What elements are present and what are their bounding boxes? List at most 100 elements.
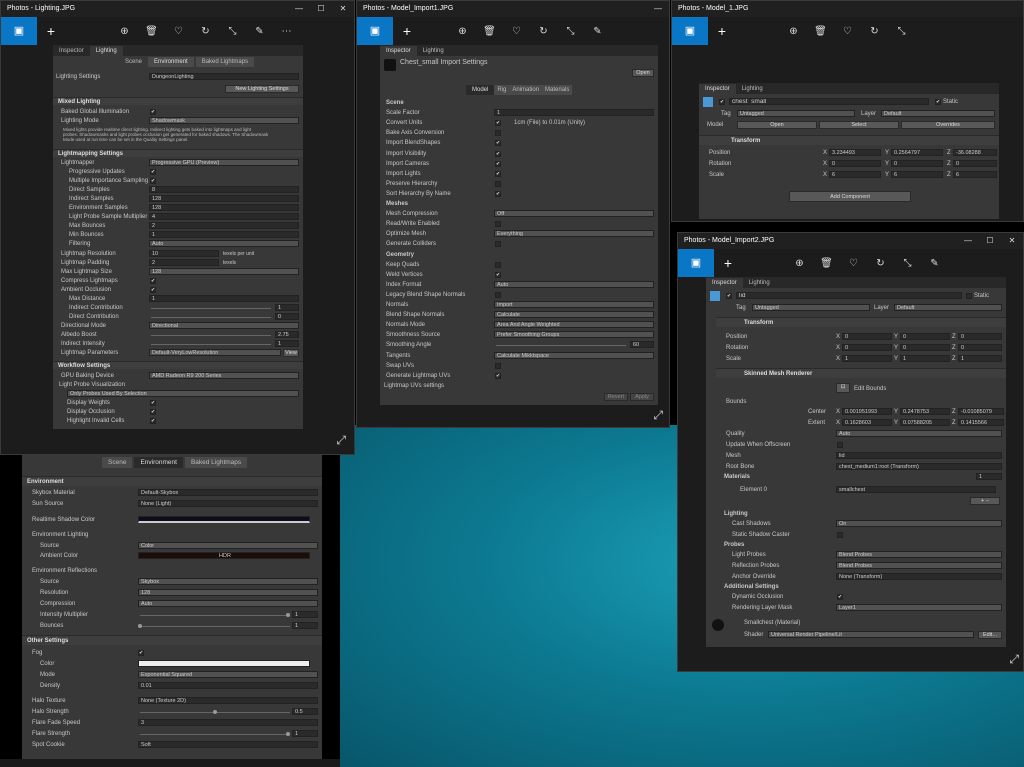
photo-icon[interactable]: ▣	[357, 17, 393, 45]
transform-header[interactable]: Transform	[699, 135, 999, 145]
skybox-field[interactable]: Default-Skybox	[138, 489, 318, 496]
import-row-value[interactable]: Calculate	[494, 311, 654, 319]
transform-header[interactable]: Transform	[716, 317, 1006, 327]
add-icon[interactable]: +	[393, 23, 421, 39]
object-name-field[interactable]: chest_small	[729, 98, 929, 105]
static-checkbox[interactable]: ✔	[935, 99, 941, 105]
lightmap-row-value[interactable]: ✔	[150, 169, 156, 175]
position-y[interactable]: 0.2564797	[891, 149, 943, 156]
lightmap-row-value[interactable]: ✔	[150, 278, 156, 284]
expand-icon[interactable]: ⤢	[1009, 652, 1019, 667]
rotation-z[interactable]: 0	[953, 160, 997, 167]
position-z[interactable]: 0	[958, 333, 1002, 340]
import-row-value[interactable]: ✔	[495, 372, 501, 379]
extent-x[interactable]: 0.1628603	[842, 419, 892, 426]
fog-mode-dropdown[interactable]: Exponential Squared	[138, 671, 318, 678]
zoom-icon[interactable]: ⊕	[449, 26, 476, 37]
rotation-y[interactable]: 0	[891, 160, 943, 167]
materials-label[interactable]: Materials	[724, 473, 750, 481]
lightmap-row-value[interactable]: ✔	[150, 178, 156, 184]
tab-baked-lightmaps[interactable]: Baked Lightmaps	[184, 457, 248, 468]
rotate-icon[interactable]: ↻	[867, 258, 894, 269]
scale-z[interactable]: 1	[958, 355, 1002, 362]
import-row-value[interactable]: Area And Angle Weighted	[494, 321, 654, 329]
other-settings-header[interactable]: Other Settings	[22, 635, 322, 645]
expand-icon[interactable]: ⤢	[653, 408, 663, 423]
flare-slider[interactable]	[140, 734, 290, 735]
add-remove-buttons[interactable]: + −	[970, 497, 1000, 505]
lightmap-row-value[interactable]: 1	[149, 231, 299, 238]
active-checkbox[interactable]: ✔	[726, 293, 732, 299]
minimize-button[interactable]: —	[288, 1, 310, 17]
slider-track[interactable]	[151, 344, 271, 345]
position-x[interactable]: 0	[842, 333, 892, 340]
edit-icon[interactable]: ✎	[246, 26, 273, 37]
add-icon[interactable]: +	[37, 23, 65, 39]
update-offscreen-checkbox[interactable]	[837, 442, 843, 448]
element0-field[interactable]: smallchest	[836, 486, 996, 493]
position-x[interactable]: 3.234493	[829, 149, 881, 156]
maximize-button[interactable]: ☐	[310, 1, 332, 17]
tab-inspector[interactable]: Inspector	[699, 84, 736, 94]
rotation-x[interactable]: 0	[842, 344, 892, 351]
scale-y[interactable]: 1	[900, 355, 950, 362]
additional-settings-label[interactable]: Additional Settings	[724, 583, 779, 591]
active-checkbox[interactable]: ✔	[719, 99, 725, 105]
lightmap-row-value[interactable]: 128	[149, 268, 299, 275]
tab-rig[interactable]: Rig	[494, 85, 510, 95]
dynamic-occlusion-checkbox[interactable]: ✔	[837, 594, 843, 600]
shader-dropdown[interactable]: Universal Render Pipeline/Lit	[768, 631, 974, 638]
mesh-field[interactable]: lid	[836, 452, 1002, 459]
rotation-x[interactable]: 0	[829, 160, 881, 167]
slider-knob[interactable]	[213, 710, 217, 714]
source-dropdown[interactable]: Color	[138, 542, 318, 549]
import-row-value[interactable]: Calculate Mikktspace	[494, 351, 654, 359]
light-probes-dropdown[interactable]: Blend Probes	[836, 551, 1002, 558]
lightmap-row-value[interactable]: 4	[149, 213, 299, 220]
lightmap-row-value[interactable]: 10	[149, 250, 219, 257]
slider-knob[interactable]	[286, 732, 290, 736]
import-row-value[interactable]: Off	[494, 210, 654, 218]
slider-knob[interactable]	[138, 624, 142, 628]
tab-lighting[interactable]: Lighting	[89, 46, 123, 56]
tab-lighting[interactable]: Lighting	[736, 84, 769, 94]
tab-inspector[interactable]: Inspector	[706, 278, 743, 288]
zoom-icon[interactable]: ⊕	[780, 26, 807, 37]
minimize-button[interactable]: —	[647, 1, 669, 17]
center-z[interactable]: -0.01085079	[958, 408, 1004, 415]
tab-inspector[interactable]: Inspector	[380, 46, 417, 56]
lightmap-row-value[interactable]: 1	[275, 340, 299, 347]
import-row-value[interactable]: ✔	[495, 160, 501, 167]
spot-cookie-field[interactable]: Soft	[138, 741, 318, 748]
slider-knob[interactable]	[286, 613, 290, 617]
import-row-value[interactable]: Prefer Smoothing Groups	[494, 331, 654, 339]
maximize-button[interactable]: ☐	[979, 233, 1001, 249]
close-button[interactable]: ✕	[332, 1, 354, 17]
revert-button[interactable]: Revert	[604, 393, 628, 401]
position-y[interactable]: 0	[900, 333, 950, 340]
lightmap-row-value[interactable]: 2	[149, 259, 219, 266]
import-row-value[interactable]	[495, 362, 501, 369]
tab-environment[interactable]: Environment	[134, 457, 183, 468]
photo-icon[interactable]: ▣	[672, 17, 708, 45]
open-button[interactable]: Open	[737, 121, 817, 129]
import-row-value[interactable]: ✔	[495, 170, 501, 177]
edit-icon[interactable]: ✎	[921, 258, 948, 269]
tab-baked-lightmaps[interactable]: Baked Lightmaps	[195, 57, 255, 67]
lighting-label[interactable]: Lighting	[724, 510, 748, 518]
select-button[interactable]: Select	[819, 121, 899, 129]
sun-source-field[interactable]: None (Light)	[138, 500, 318, 507]
favorite-icon[interactable]: ♡	[165, 26, 192, 37]
extent-z[interactable]: 0.1415566	[958, 419, 1004, 426]
rotate-icon[interactable]: ↻	[861, 26, 888, 37]
import-row-value[interactable]: Everything	[494, 230, 654, 238]
add-icon[interactable]: +	[714, 255, 742, 271]
apply-button[interactable]: Apply	[630, 393, 654, 401]
tab-scene[interactable]: Scene	[119, 57, 148, 67]
import-row-value[interactable]: Import	[494, 301, 654, 308]
lightmap-row-value[interactable]: Auto	[149, 240, 299, 247]
materials-count[interactable]: 1	[976, 473, 1002, 480]
layer-dropdown[interactable]: Default	[881, 110, 995, 117]
tab-model[interactable]: Model	[466, 85, 495, 95]
delete-icon[interactable]: 🗑	[813, 258, 840, 269]
